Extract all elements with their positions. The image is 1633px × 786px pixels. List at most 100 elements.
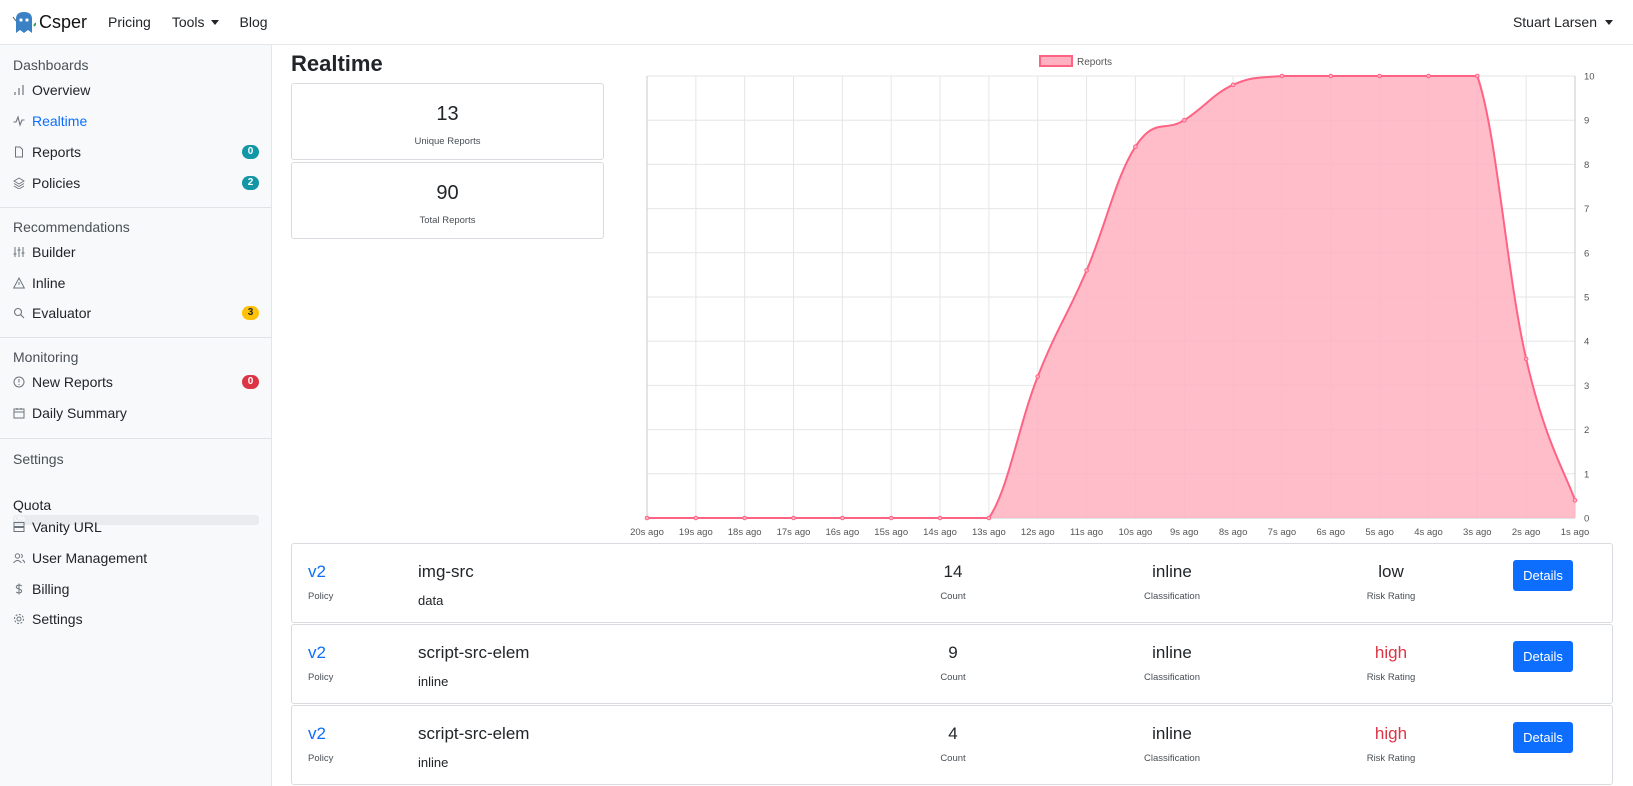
sidebar-item-reports[interactable]: Reports 0 (13, 140, 259, 164)
sidebar-item-label: Settings (32, 611, 83, 627)
report-row: v2 Policy script-src-elem inline 4 Count… (291, 705, 1613, 785)
chart-y-tick-label: 9 (1584, 116, 1589, 127)
chart-x-tick-label: 15s ago (874, 527, 908, 538)
search-icon (13, 307, 25, 319)
nav-tools-dropdown[interactable]: Tools (172, 14, 219, 30)
reports-count-badge: 0 (242, 145, 259, 159)
chart-data-point (1279, 73, 1285, 79)
policy-label: Policy (308, 672, 334, 683)
policy-label: Policy (308, 591, 334, 602)
chart-x-tick-label: 20s ago (630, 527, 664, 538)
sidebar-item-user-management[interactable]: User Management (13, 546, 259, 570)
chart-data-point (986, 515, 992, 521)
sidebar-item-new-reports[interactable]: New Reports 0 (13, 370, 259, 394)
chart-x-tick-label: 6s ago (1317, 527, 1346, 538)
risk-rating-value: high (1374, 643, 1408, 662)
sidebar-item-label: Realtime (32, 113, 88, 129)
sidebar-item-vanity-url[interactable]: Vanity URL (13, 515, 259, 539)
classification-value: inline (1152, 724, 1192, 743)
sidebar-item-inline[interactable]: Inline (13, 271, 259, 295)
chart-x-tick-label: 19s ago (679, 527, 713, 538)
chart-x-tick-label: 9s ago (1170, 527, 1199, 538)
quota-label: Quota (13, 497, 52, 513)
chart-y-tick-label: 8 (1584, 160, 1589, 171)
chart-y-tick-label: 4 (1584, 337, 1589, 348)
chart-x-tick-label: 11s ago (1070, 527, 1103, 538)
sidebar-heading-settings: Settings (13, 451, 64, 467)
chart-x-tick-label: 16s ago (825, 527, 859, 538)
risk-rating-value: low (1378, 562, 1404, 581)
new-reports-count-badge: 0 (242, 375, 259, 389)
server-icon (13, 521, 25, 533)
file-icon (13, 146, 25, 158)
page-title: Realtime (291, 51, 383, 76)
classification-value: inline (1152, 643, 1192, 662)
chart-y-tick-label: 2 (1584, 425, 1589, 436)
chart-data-point (1328, 73, 1334, 79)
directive-value: inline (418, 674, 449, 689)
user-name: Stuart Larsen (1512, 14, 1597, 30)
sidebar-item-evaluator[interactable]: Evaluator 3 (13, 301, 259, 325)
calendar-icon (13, 407, 25, 419)
chart-data-point (1230, 82, 1236, 88)
sidebar-item-overview[interactable]: Overview (13, 78, 259, 102)
chart-x-tick-label: 7s ago (1268, 527, 1297, 538)
policy-link[interactable]: v2 (308, 643, 326, 663)
stat-card-unique-reports: 13 Unique Reports (291, 83, 604, 160)
sidebar-item-label: New Reports (32, 374, 113, 390)
nav-blog[interactable]: Blog (240, 14, 268, 30)
sidebar-item-label: Policies (32, 175, 81, 191)
nav-pricing[interactable]: Pricing (108, 14, 151, 30)
sidebar-heading-monitoring: Monitoring (13, 349, 79, 365)
brand[interactable]: Csper (12, 9, 87, 35)
chart-data-point (1572, 498, 1578, 503)
user-menu[interactable]: Stuart Larsen (1513, 14, 1613, 30)
sidebar-item-daily-summary[interactable]: Daily Summary (13, 401, 259, 425)
details-button[interactable]: Details (1513, 641, 1573, 672)
chart-x-tick-label: 13s ago (972, 527, 1006, 538)
chart-y-tick-label: 10 (1584, 72, 1595, 83)
chart-data-point (1084, 268, 1089, 273)
classification-label: Classification (1144, 591, 1200, 602)
chart-y-tick-label: 7 (1584, 204, 1589, 215)
sidebar-item-realtime[interactable]: Realtime (13, 109, 259, 133)
alert-triangle-icon (13, 277, 25, 289)
users-icon (13, 552, 25, 564)
sidebar-item-label: Reports (32, 144, 82, 160)
sidebar-divider (0, 207, 271, 208)
policy-label: Policy (308, 753, 334, 764)
chart-y-tick-label: 3 (1584, 381, 1589, 392)
sidebar-item-label: Vanity URL (32, 519, 102, 535)
chart-data-point (937, 515, 943, 521)
directive-name: img-src (418, 562, 474, 581)
details-button[interactable]: Details (1513, 560, 1573, 591)
chart-x-tick-label: 8s ago (1219, 527, 1248, 538)
risk-rating-label: Risk Rating (1366, 672, 1416, 683)
count-value: 4 (948, 724, 958, 743)
chart-data-point (742, 515, 747, 521)
chart-data-point (1133, 144, 1138, 150)
sidebar-item-builder[interactable]: Builder (13, 240, 259, 264)
details-button[interactable]: Details (1513, 722, 1573, 753)
chart-x-tick-label: 2s ago (1512, 527, 1541, 538)
risk-rating-label: Risk Rating (1366, 591, 1416, 602)
stat-value: 13 (436, 103, 459, 125)
realtime-reports-chart: 0 1 2 3 4 5 6 7 8 9 10 20s ago 19s ago 18s ago 17s ago… (630, 55, 1595, 538)
chevron-down-icon (1605, 19, 1613, 25)
directive-name: script-src-elem (418, 643, 530, 662)
sidebar-item-billing[interactable]: Billing (13, 577, 259, 601)
count-value: 9 (948, 643, 958, 662)
policy-link[interactable]: v2 (308, 724, 326, 744)
evaluator-count-badge: 3 (242, 306, 259, 320)
chart-legend-label: Reports (1077, 57, 1112, 68)
sidebar-item-settings[interactable]: Settings (13, 607, 259, 631)
sidebar-item-policies[interactable]: Policies 2 (13, 171, 259, 195)
gear-icon (13, 613, 25, 625)
sidebar-heading-recommendations: Recommendations (13, 219, 130, 235)
chart-x-tick-label: 14s ago (923, 527, 957, 538)
sidebar-item-label: Builder (32, 244, 76, 260)
classification-label: Classification (1144, 753, 1200, 764)
chart-y-tick-label: 5 (1584, 293, 1589, 304)
policy-link[interactable]: v2 (308, 562, 326, 582)
chart-y-tick-label: 0 (1584, 514, 1589, 525)
